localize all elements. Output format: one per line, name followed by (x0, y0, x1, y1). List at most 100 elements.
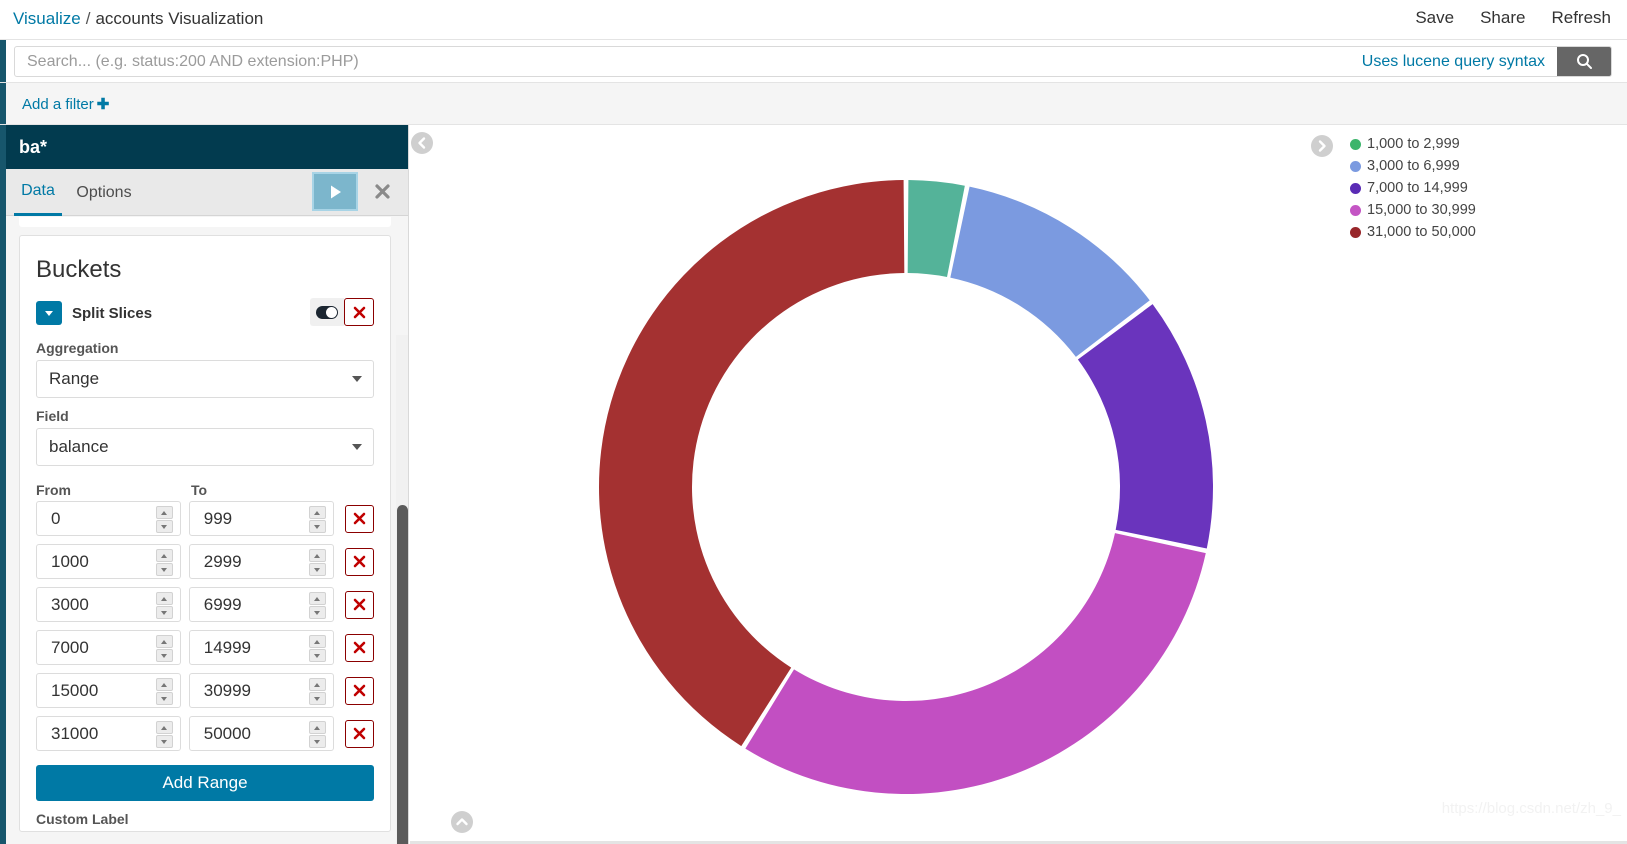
bucket-remove-button[interactable] (344, 298, 374, 326)
spinner-down[interactable] (155, 735, 173, 748)
spinner-down[interactable] (308, 649, 326, 662)
range-to-input[interactable]: 30999 (188, 673, 334, 708)
range-from-input[interactable]: 7000 (36, 630, 181, 665)
range-from-input[interactable]: 31000 (36, 716, 181, 751)
spinner-down[interactable] (155, 649, 173, 662)
number-spinner[interactable] (308, 549, 326, 576)
legend-item[interactable]: 7,000 to 14,999 (1350, 177, 1520, 199)
spinner-down[interactable] (308, 735, 326, 748)
number-spinner[interactable] (308, 635, 326, 662)
remove-range-button[interactable] (344, 504, 374, 533)
range-from-input[interactable]: 0 (36, 501, 181, 536)
spinner-up[interactable] (155, 549, 173, 562)
add-filter-button[interactable]: Add a filter ✚ (22, 95, 109, 113)
bucket-enable-toggle[interactable] (310, 298, 344, 326)
spinner-up[interactable] (155, 506, 173, 519)
range-to-value: 14999 (203, 637, 252, 657)
spinner-up[interactable] (308, 549, 326, 562)
spinner-up[interactable] (308, 506, 326, 519)
caret-up-icon (314, 510, 321, 515)
donut-slice[interactable] (1077, 304, 1213, 549)
spinner-down[interactable] (308, 520, 326, 533)
spinner-down[interactable] (155, 563, 173, 576)
spinner-down[interactable] (155, 692, 173, 705)
number-spinner[interactable] (155, 721, 173, 748)
range-to-input[interactable]: 50000 (188, 716, 334, 751)
number-spinner[interactable] (155, 592, 173, 619)
legend-color-swatch (1350, 226, 1361, 238)
range-from-input[interactable]: 15000 (36, 673, 181, 708)
apply-changes-button[interactable] (312, 172, 358, 211)
number-spinner[interactable] (155, 506, 173, 533)
number-spinner[interactable] (308, 592, 326, 619)
range-to-input[interactable]: 999 (188, 501, 334, 536)
range-rows: 0 999 1000 2999 3000 6999 7000 14999 15000 30999 3… (36, 501, 374, 751)
bucket-type-label: Split Slices (72, 304, 153, 322)
remove-range-button[interactable] (344, 590, 374, 619)
range-to-value: 2999 (203, 551, 242, 571)
spinner-up[interactable] (308, 635, 326, 648)
refresh-button[interactable]: Refresh (1551, 8, 1611, 28)
range-to-value: 30999 (203, 680, 252, 700)
spinner-up[interactable] (155, 678, 173, 691)
number-spinner[interactable] (155, 635, 173, 662)
range-to-input[interactable]: 14999 (188, 630, 334, 665)
tab-options[interactable]: Options (68, 169, 140, 216)
legend-item[interactable]: 1,000 to 2,999 (1350, 133, 1520, 155)
spinner-up[interactable] (155, 592, 173, 605)
search-input[interactable] (15, 47, 1362, 76)
spinner-up[interactable] (308, 721, 326, 734)
donut-slice[interactable] (745, 533, 1206, 794)
buckets-panel: Buckets Split Slices Aggregation Range F… (19, 235, 391, 832)
legend-item[interactable]: 3,000 to 6,999 (1350, 155, 1520, 177)
number-spinner[interactable] (308, 721, 326, 748)
donut-slice[interactable] (599, 180, 905, 747)
top-bar: Visualize / accounts Visualization Save Sh… (0, 0, 1627, 40)
tab-data[interactable]: Data (14, 169, 62, 216)
caret-down-icon (314, 567, 321, 572)
breadcrumb-visualize-link[interactable]: Visualize (13, 9, 81, 28)
sidebar-scrollbar-thumb[interactable] (397, 505, 408, 844)
spinner-down[interactable] (155, 520, 173, 533)
range-from-input[interactable]: 3000 (36, 587, 181, 622)
range-to-input[interactable]: 2999 (188, 544, 334, 579)
save-button[interactable]: Save (1415, 8, 1454, 28)
field-select[interactable]: balance (36, 428, 374, 466)
lucene-syntax-link[interactable]: Uses lucene query syntax (1362, 53, 1557, 71)
number-spinner[interactable] (308, 506, 326, 533)
range-to-input[interactable]: 6999 (188, 587, 334, 622)
number-spinner[interactable] (155, 678, 173, 705)
remove-range-button[interactable] (344, 719, 374, 748)
bucket-collapse-button[interactable] (36, 301, 62, 325)
remove-range-button[interactable] (344, 633, 374, 662)
spinner-down[interactable] (308, 563, 326, 576)
caret-up-icon (161, 553, 168, 558)
spinner-up[interactable] (308, 678, 326, 691)
remove-range-button[interactable] (344, 676, 374, 705)
range-to-value: 50000 (203, 723, 252, 743)
legend-item[interactable]: 31,000 to 50,000 (1350, 221, 1520, 243)
aggregation-select[interactable]: Range (36, 360, 374, 398)
legend-item[interactable]: 15,000 to 30,999 (1350, 199, 1520, 221)
caret-down-icon (314, 524, 321, 529)
search-submit-button[interactable] (1557, 47, 1611, 76)
chart-legend: 1,000 to 2,999 3,000 to 6,999 7,000 to 14,… (1311, 133, 1520, 243)
remove-range-button[interactable] (344, 547, 374, 576)
legend-toggle-button[interactable] (1311, 135, 1333, 157)
discard-changes-button[interactable] (362, 172, 402, 211)
spinner-up[interactable] (155, 721, 173, 734)
spinner-down[interactable] (308, 606, 326, 619)
spinner-up[interactable] (308, 592, 326, 605)
share-button[interactable]: Share (1480, 8, 1525, 28)
number-spinner[interactable] (308, 678, 326, 705)
range-from-input[interactable]: 1000 (36, 544, 181, 579)
caret-up-icon (314, 682, 321, 687)
range-from-value: 3000 (51, 594, 89, 614)
spinner-down[interactable] (155, 606, 173, 619)
spinner-down[interactable] (308, 692, 326, 705)
add-range-button[interactable]: Add Range (36, 765, 374, 801)
spinner-up[interactable] (155, 635, 173, 648)
number-spinner[interactable] (155, 549, 173, 576)
caret-down-icon (161, 610, 168, 615)
caret-up-icon (314, 639, 321, 644)
